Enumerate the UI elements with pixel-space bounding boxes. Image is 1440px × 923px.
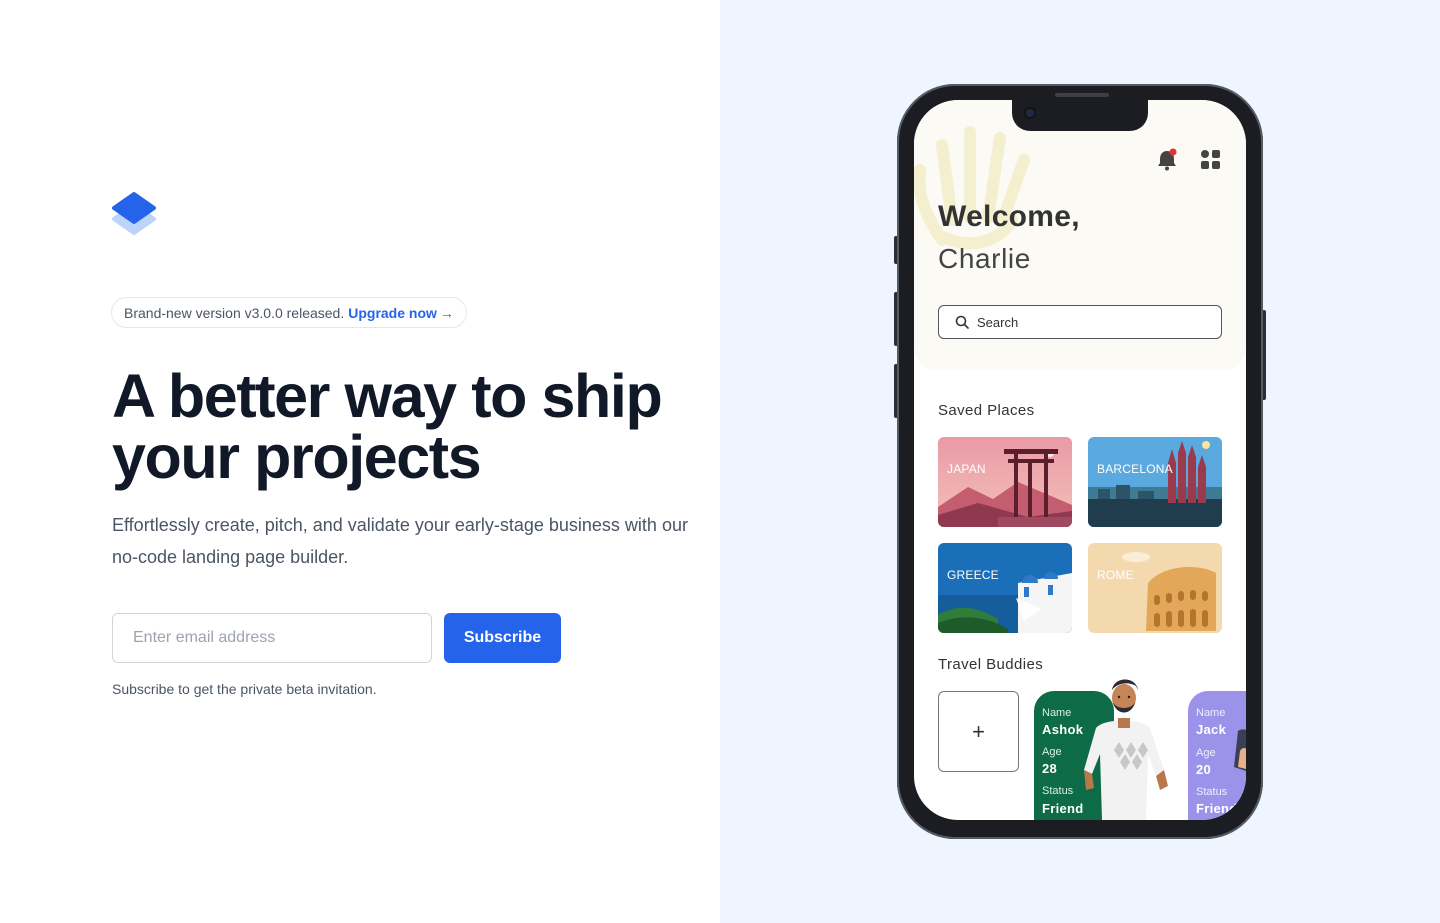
japan-illustration [938,437,1072,527]
hero-title-line-2: your projects [112,423,482,491]
logo-icon[interactable] [112,190,156,238]
bell-icon[interactable] [1156,148,1178,172]
app-search-placeholder: Search [977,314,1019,330]
add-buddy-button[interactable]: + [938,691,1019,772]
plus-icon: + [972,718,985,744]
rome-illustration [1088,543,1222,633]
buddy-name-label: Name [1042,707,1072,719]
buddy-name-label: Name [1196,707,1226,719]
hero-panel: Brand-new version v3.0.0 released. Upgra… [0,0,720,923]
place-card-japan[interactable]: JAPAN [938,437,1072,527]
place-card-barcelona[interactable]: BARCELONA [1088,437,1222,527]
buddy-avatar-ashok [1062,679,1168,820]
barcelona-illustration [1088,437,1222,527]
hero-title: A better way to ship your projects [112,366,712,488]
place-card-greece[interactable]: GREECE [938,543,1072,633]
buddy-status: Friend [1042,801,1084,816]
search-icon [955,315,969,329]
phone-screen: Welcome, Charlie Search Saved Places JAP… [914,100,1246,820]
buddy-status-label: Status [1042,785,1074,797]
email-input[interactable] [112,613,432,663]
release-text: Brand-new version v3.0.0 released. [124,304,345,321]
upgrade-link[interactable]: Upgrade now → [348,305,454,321]
place-label-japan: JAPAN [947,462,986,476]
release-banner: Brand-new version v3.0.0 released. Upgra… [111,297,467,328]
welcome-heading: Welcome, [938,200,1080,233]
buddy-name: Ashok [1042,722,1084,737]
buddy-status-label: Status [1196,786,1228,798]
buddy-card-jack[interactable]: Name Jack Age 20 Status Friend [1188,691,1246,820]
place-label-greece: GREECE [947,568,999,582]
user-name: Charlie [938,243,1031,274]
arrow-right-icon: → [439,304,454,321]
app-search-input[interactable]: Search [938,305,1222,339]
hero-title-line-1: A better way to ship [112,362,663,430]
hero-subtitle: Effortlessly create, pitch, and validate… [112,515,688,567]
subscribe-button[interactable]: Subscribe [444,613,561,663]
phone-speaker [1055,93,1109,97]
buddy-age-label: Age [1042,746,1062,758]
place-card-rome[interactable]: ROME [1088,543,1222,633]
buddy-card-ashok[interactable]: Name Ashok Age 28 Status Friend [1034,670,1184,820]
buddy-age: 28 [1042,761,1058,776]
saved-places-title: Saved Places [938,402,1035,419]
phone-camera [1026,109,1034,117]
subscribe-hint: Subscribe to get the private beta invita… [112,681,377,697]
app-header: Welcome, Charlie Search [914,100,1246,370]
buddy-name: Jack [1196,722,1227,737]
buddy-age-label: Age [1196,747,1216,759]
buddy-status: Friend [1196,801,1238,816]
place-label-barcelona: BARCELONA [1097,462,1173,476]
buddy-age: 20 [1196,762,1212,777]
upgrade-link-label: Upgrade now [348,304,437,321]
place-label-rome: ROME [1097,568,1134,582]
travel-buddies-title: Travel Buddies [938,656,1044,673]
grid-menu-icon[interactable] [1200,149,1222,171]
greece-illustration [938,543,1072,633]
